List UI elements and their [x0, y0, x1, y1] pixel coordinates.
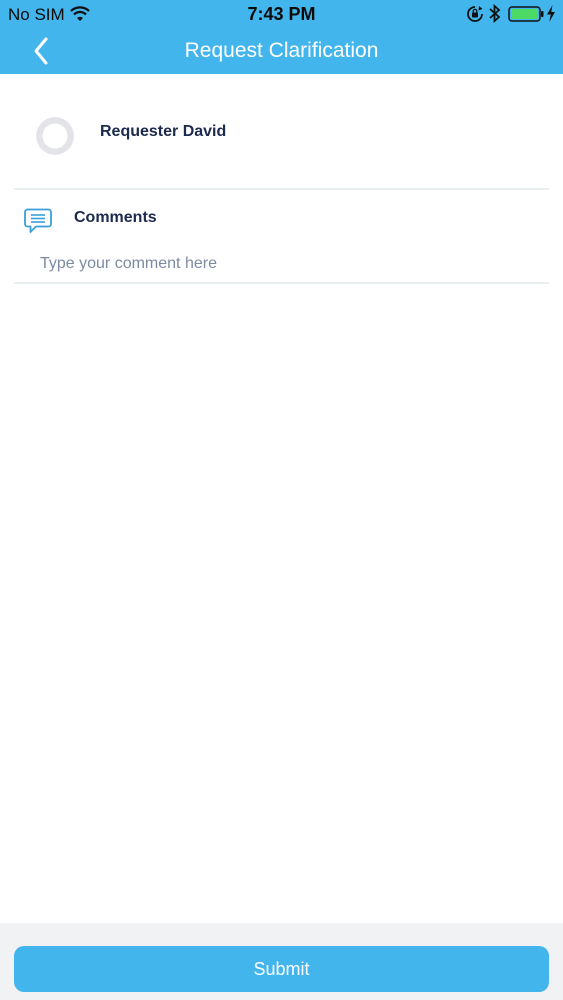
charging-bolt-icon [546, 5, 556, 27]
comments-section: Comments [14, 190, 549, 284]
avatar [36, 117, 74, 155]
comment-input[interactable] [40, 252, 540, 276]
footer: Submit [0, 923, 563, 1000]
battery-icon [508, 6, 544, 27]
requester-name: Requester David [100, 123, 227, 140]
bluetooth-icon [489, 3, 501, 28]
comments-label: Comments [74, 209, 157, 226]
submit-button[interactable]: Submit [14, 946, 549, 992]
header: No SIM 7:43 PM Request Clarification [0, 0, 563, 74]
page-title: Request Clarification [184, 39, 379, 62]
status-bar: No SIM 7:43 PM [0, 0, 563, 30]
orientation-lock-icon [466, 5, 484, 28]
requester-row: Requester David [14, 74, 549, 190]
comment-bubble-icon [24, 208, 52, 234]
nav-bar: Request Clarification [0, 30, 563, 74]
